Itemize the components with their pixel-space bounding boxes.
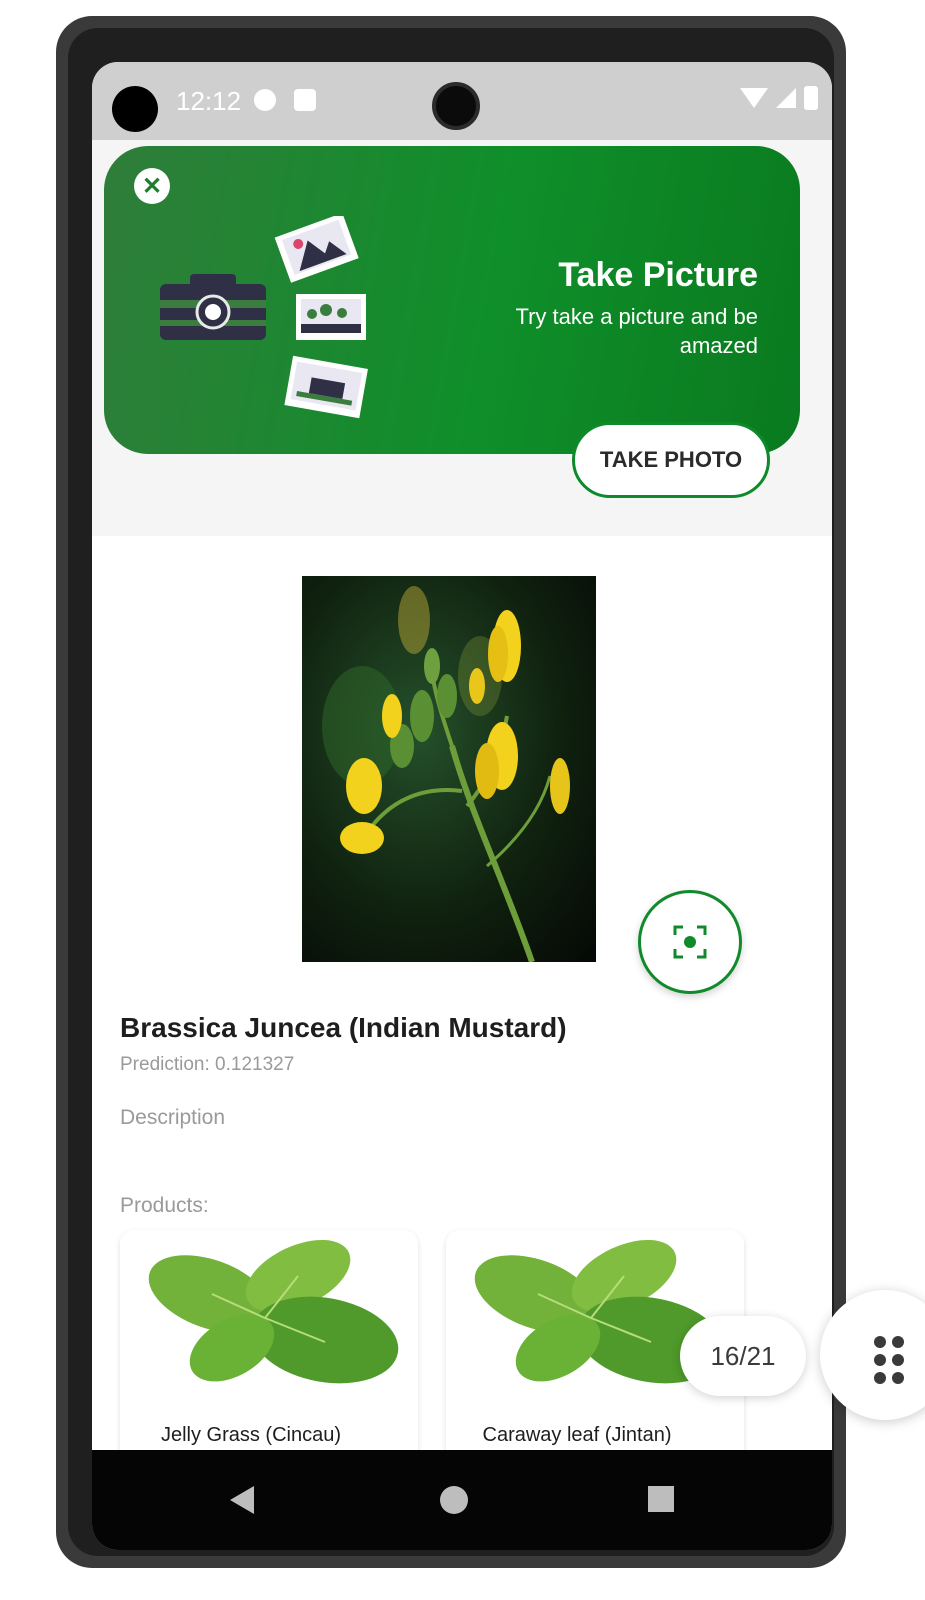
banner-title: Take Picture bbox=[558, 256, 758, 294]
camera-photos-illustration bbox=[160, 216, 368, 419]
wifi-icon bbox=[740, 88, 768, 108]
status-indicators bbox=[740, 86, 818, 110]
product-card-1[interactable]: Jelly Grass (Cincau) bbox=[120, 1230, 418, 1470]
products-label: Products: bbox=[120, 1194, 209, 1217]
take-picture-banner: ✕ Take Picture Try take a picture and be… bbox=[104, 146, 800, 498]
back-triangle-icon[interactable] bbox=[230, 1486, 254, 1514]
scan-button[interactable] bbox=[638, 890, 742, 994]
mountain-photo-icon bbox=[274, 216, 359, 283]
battery-icon bbox=[804, 86, 818, 110]
scan-icon bbox=[673, 925, 707, 959]
recent-square-icon[interactable] bbox=[648, 1486, 674, 1512]
banner-subtitle: Try take a picture and be amazed bbox=[515, 304, 758, 358]
sync-icon bbox=[254, 89, 276, 111]
trees-photo-icon bbox=[296, 294, 366, 340]
train-photo-icon bbox=[284, 355, 368, 419]
status-bar: 12:12 bbox=[92, 62, 832, 140]
product-image bbox=[120, 1230, 418, 1386]
front-camera bbox=[432, 82, 480, 130]
camera-icon bbox=[160, 274, 266, 340]
status-dot bbox=[112, 86, 158, 132]
grid-dots-icon bbox=[874, 1336, 904, 1384]
product-name: Caraway leaf (Jintan) bbox=[482, 1424, 672, 1446]
description-label: Description bbox=[120, 1106, 226, 1129]
plant-photo bbox=[302, 576, 596, 962]
plant-name: Brassica Juncea (Indian Mustard) bbox=[120, 1012, 567, 1043]
system-nav-bar bbox=[92, 1450, 832, 1550]
close-icon: ✕ bbox=[141, 172, 163, 200]
product-name: Jelly Grass (Cincau) bbox=[160, 1424, 342, 1446]
take-photo-button[interactable]: TAKE PHOTO bbox=[572, 422, 770, 498]
home-circle-icon[interactable] bbox=[440, 1486, 468, 1514]
signal-icon bbox=[776, 88, 796, 108]
page-counter: 16/21 bbox=[680, 1316, 806, 1396]
stage: 12:12 ✕ Take Picture Try take a picture … bbox=[0, 0, 925, 1600]
close-banner-button[interactable]: ✕ bbox=[134, 168, 170, 204]
sd-card-icon bbox=[294, 89, 316, 111]
banner-section: ✕ Take Picture Try take a picture and be… bbox=[92, 140, 832, 536]
prediction-score: Prediction: 0.121327 bbox=[120, 1054, 295, 1075]
status-time: 12:12 bbox=[176, 86, 242, 116]
